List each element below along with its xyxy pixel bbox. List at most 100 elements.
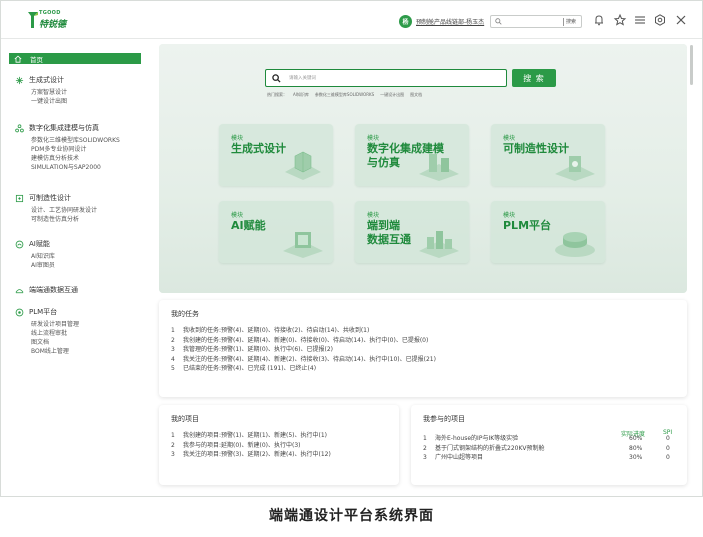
hot-searches: 热门搜索： AI知识库 参数化三维模型库SOLIDWORKS 一键设计出图 图文… <box>267 92 422 98</box>
header-search-button[interactable]: 搜索 <box>566 18 576 25</box>
hero-search-input[interactable]: 请输入关键词 <box>265 69 507 87</box>
module-name-line2: 数据互通 <box>367 233 411 246</box>
sidebar-subitem[interactable]: 研发设计项目管理 <box>31 320 79 329</box>
project-row-num: 1 <box>171 432 175 439</box>
sidebar-item-generative-design[interactable]: 生成式设计 <box>15 75 67 85</box>
sidebar-group-title: 可制造性设计 <box>29 194 71 202</box>
hero-search-button[interactable]: 搜 索 <box>512 69 556 87</box>
module-tag: 模块 <box>231 212 244 219</box>
sidebar-item-plm[interactable]: PLM平台 <box>15 307 79 317</box>
sidebar-group-ai: AI赋能 AI知识库 AI审图员 <box>15 239 55 270</box>
brand-logo[interactable]: TGOOD 特锐德 <box>27 9 67 33</box>
joined-project-progress: 30% <box>629 454 643 461</box>
sidebar-subitem[interactable]: BOM线上管理 <box>31 347 79 356</box>
modeling-icon <box>15 123 24 132</box>
hero-banner: 请输入关键词 搜 索 热门搜索： AI知识库 参数化三维模型库SOLIDWORK… <box>159 44 687 293</box>
sidebar-group-title: 端端通数据互通 <box>29 286 78 294</box>
module-tile-generative[interactable]: 模块 生成式设计 <box>219 124 333 186</box>
close-icon[interactable] <box>674 13 688 27</box>
task-row-num: 4 <box>171 355 175 363</box>
module-tag: 模块 <box>367 212 380 219</box>
star-icon[interactable] <box>613 13 627 27</box>
hot-search-link[interactable]: 图文档 <box>410 92 422 98</box>
sidebar-group-title: AI赋能 <box>29 240 50 248</box>
joined-project-num: 2 <box>423 444 427 452</box>
joined-project-progress: 80% <box>629 444 643 452</box>
sidebar-item-ai-empower[interactable]: AI赋能 <box>15 239 55 249</box>
joined-project-list: 1 海外E-house的IP与IK等级实验 60% 0 2 基于门式钢架结构的折… <box>423 434 679 463</box>
module-name-line2: 与仿真 <box>367 156 400 169</box>
settings-icon[interactable] <box>653 13 667 27</box>
sidebar-subitem[interactable]: 图文档 <box>31 338 79 347</box>
ai-3d-icon <box>283 232 323 258</box>
menu-icon[interactable] <box>633 13 647 27</box>
sidebar-subitem[interactable]: AI审图员 <box>31 261 55 270</box>
task-row[interactable]: 1 我收到的任务:预警(4)、延期(0)、待接收(2)、待启动(14)、共收到(… <box>171 326 436 336</box>
sidebar-subitem[interactable]: 参数化三维模型库SOLIDWORKS <box>31 136 120 145</box>
user-name-link[interactable]: 预制舱产品线链部-杨玉杰 <box>416 17 484 26</box>
module-tile-plm[interactable]: 模块 PLM平台 <box>491 201 605 263</box>
main-scrollbar[interactable] <box>690 45 693 85</box>
module-tile-manufacturing[interactable]: 模块 可制造性设计 <box>491 124 605 186</box>
task-row[interactable]: 3 我管理的任务:预警(1)、延期(0)、执行中(6)、已提报(2) <box>171 345 436 355</box>
module-tile-ai[interactable]: 模块 AI赋能 <box>219 201 333 263</box>
header-search-input[interactable]: 搜索 <box>490 15 582 28</box>
search-icon <box>495 18 502 25</box>
sidebar-subitem[interactable]: 设计、工艺协同研发设计 <box>31 206 97 215</box>
sidebar-item-label: 首页 <box>30 55 43 64</box>
sidebar-group-title: PLM平台 <box>29 308 58 316</box>
app-window: TGOOD 特锐德 杨 预制舱产品线链部-杨玉杰 搜索 首页 生成式设计 方案智… <box>0 0 703 497</box>
sidebar-subitem[interactable]: 方案智慧设计 <box>31 88 67 97</box>
module-tile-data[interactable]: 模块 端到端 数据互通 <box>355 201 469 263</box>
joined-project-row[interactable]: 1 海外E-house的IP与IK等级实验 60% 0 <box>423 434 679 444</box>
hero-search-placeholder: 请输入关键词 <box>289 76 316 81</box>
joined-project-spi: 0 <box>666 435 670 442</box>
sidebar-group-data: 端端通数据互通 <box>15 285 78 295</box>
bell-icon[interactable] <box>592 13 606 27</box>
project-row[interactable]: 2 我参与的项目:延期(0)、新建(0)、执行中(3) <box>171 441 331 451</box>
sidebar-group-plm: PLM平台 研发设计项目管理 线上流程审批 图文档 BOM线上管理 <box>15 307 79 356</box>
project-row[interactable]: 3 我关注的项目:预警(3)、延期(2)、新建(4)、执行中(12) <box>171 450 331 460</box>
task-row[interactable]: 4 我关注的任务:预警(4)、延期(4)、新建(2)、待接收(3)、待启动(14… <box>171 355 436 365</box>
sidebar-item-home[interactable]: 首页 <box>9 53 141 64</box>
joined-projects-title: 我参与的项目 <box>423 415 465 423</box>
sidebar-subitem[interactable]: 可制造性仿真分析 <box>31 215 97 224</box>
sidebar-subitem[interactable]: PDM多专业协同设计 <box>31 145 120 154</box>
joined-project-row[interactable]: 3 广州中山超等项目 30% 0 <box>423 453 679 463</box>
joined-project-name: 基于门式钢架结构的折叠式220KV预制舱 <box>435 444 545 452</box>
task-row[interactable]: 5 已结束的任务:预警(4)、已完成 (191)、已终止(4) <box>171 364 436 374</box>
hot-search-link[interactable]: 参数化三维模型库SOLIDWORKS <box>315 92 374 98</box>
joined-project-name: 海外E-house的IP与IK等级实验 <box>435 435 519 442</box>
user-account[interactable]: 杨 预制舱产品线链部-杨玉杰 <box>399 14 484 28</box>
module-tile-modeling[interactable]: 模块 数字化集成建模 与仿真 <box>355 124 469 186</box>
joined-project-row[interactable]: 2 基于门式钢架结构的折叠式220KV预制舱 80% 0 <box>423 444 679 454</box>
sidebar-subitem[interactable]: AI知识库 <box>31 252 55 261</box>
joined-project-num: 3 <box>423 454 427 461</box>
avatar: 杨 <box>399 14 412 28</box>
generative-icon <box>15 76 24 84</box>
sidebar-item-data-interconnect[interactable]: 端端通数据互通 <box>15 285 78 295</box>
joined-project-num: 1 <box>423 435 427 442</box>
top-header: TGOOD 特锐德 杨 预制舱产品线链部-杨玉杰 搜索 <box>1 1 702 39</box>
sidebar-subitem[interactable]: SIMULATION与SAP2000 <box>31 163 120 172</box>
task-row-num: 1 <box>171 327 175 334</box>
joined-project-name: 广州中山超等项目 <box>435 454 484 461</box>
joined-projects-panel: 我参与的项目 实际进度 SPI 1 海外E-house的IP与IK等级实验 60… <box>411 405 687 485</box>
project-row[interactable]: 1 我创建的项目:预警(1)、延期(1)、新建(5)、执行中(1) <box>171 431 331 441</box>
main-content: 请输入关键词 搜 索 热门搜索： AI知识库 参数化三维模型库SOLIDWORK… <box>159 44 687 494</box>
sidebar-item-manufacturability[interactable]: 可制造性设计 <box>15 193 97 203</box>
task-row[interactable]: 2 我创建的任务:预警(4)、延期(4)、新建(0)、待接收(0)、待启动(14… <box>171 336 436 346</box>
project-row-text: 我参与的项目:延期(0)、新建(0)、执行中(3) <box>183 441 301 449</box>
project-row-text: 我创建的项目:预警(1)、延期(1)、新建(5)、执行中(1) <box>183 432 328 439</box>
module-name: AI赋能 <box>231 219 266 232</box>
project-list: 1 我创建的项目:预警(1)、延期(1)、新建(5)、执行中(1) 2 我参与的… <box>171 431 331 460</box>
sidebar-item-digital-modeling[interactable]: 数字化集成建模与仿真 <box>15 123 120 133</box>
my-projects-title: 我的项目 <box>171 415 199 423</box>
sidebar-subitem[interactable]: 建模仿真分析技术 <box>31 154 120 163</box>
sidebar-subitem[interactable]: 一键设计出图 <box>31 97 67 106</box>
sidebar-subitem[interactable]: 线上流程审批 <box>31 329 79 338</box>
hot-search-link[interactable]: AI知识库 <box>293 92 309 98</box>
hot-search-link[interactable]: 一键设计出图 <box>380 92 404 98</box>
task-row-num: 3 <box>171 346 175 353</box>
sidebar-group-generative: 生成式设计 方案智慧设计 一键设计出图 <box>15 75 67 106</box>
